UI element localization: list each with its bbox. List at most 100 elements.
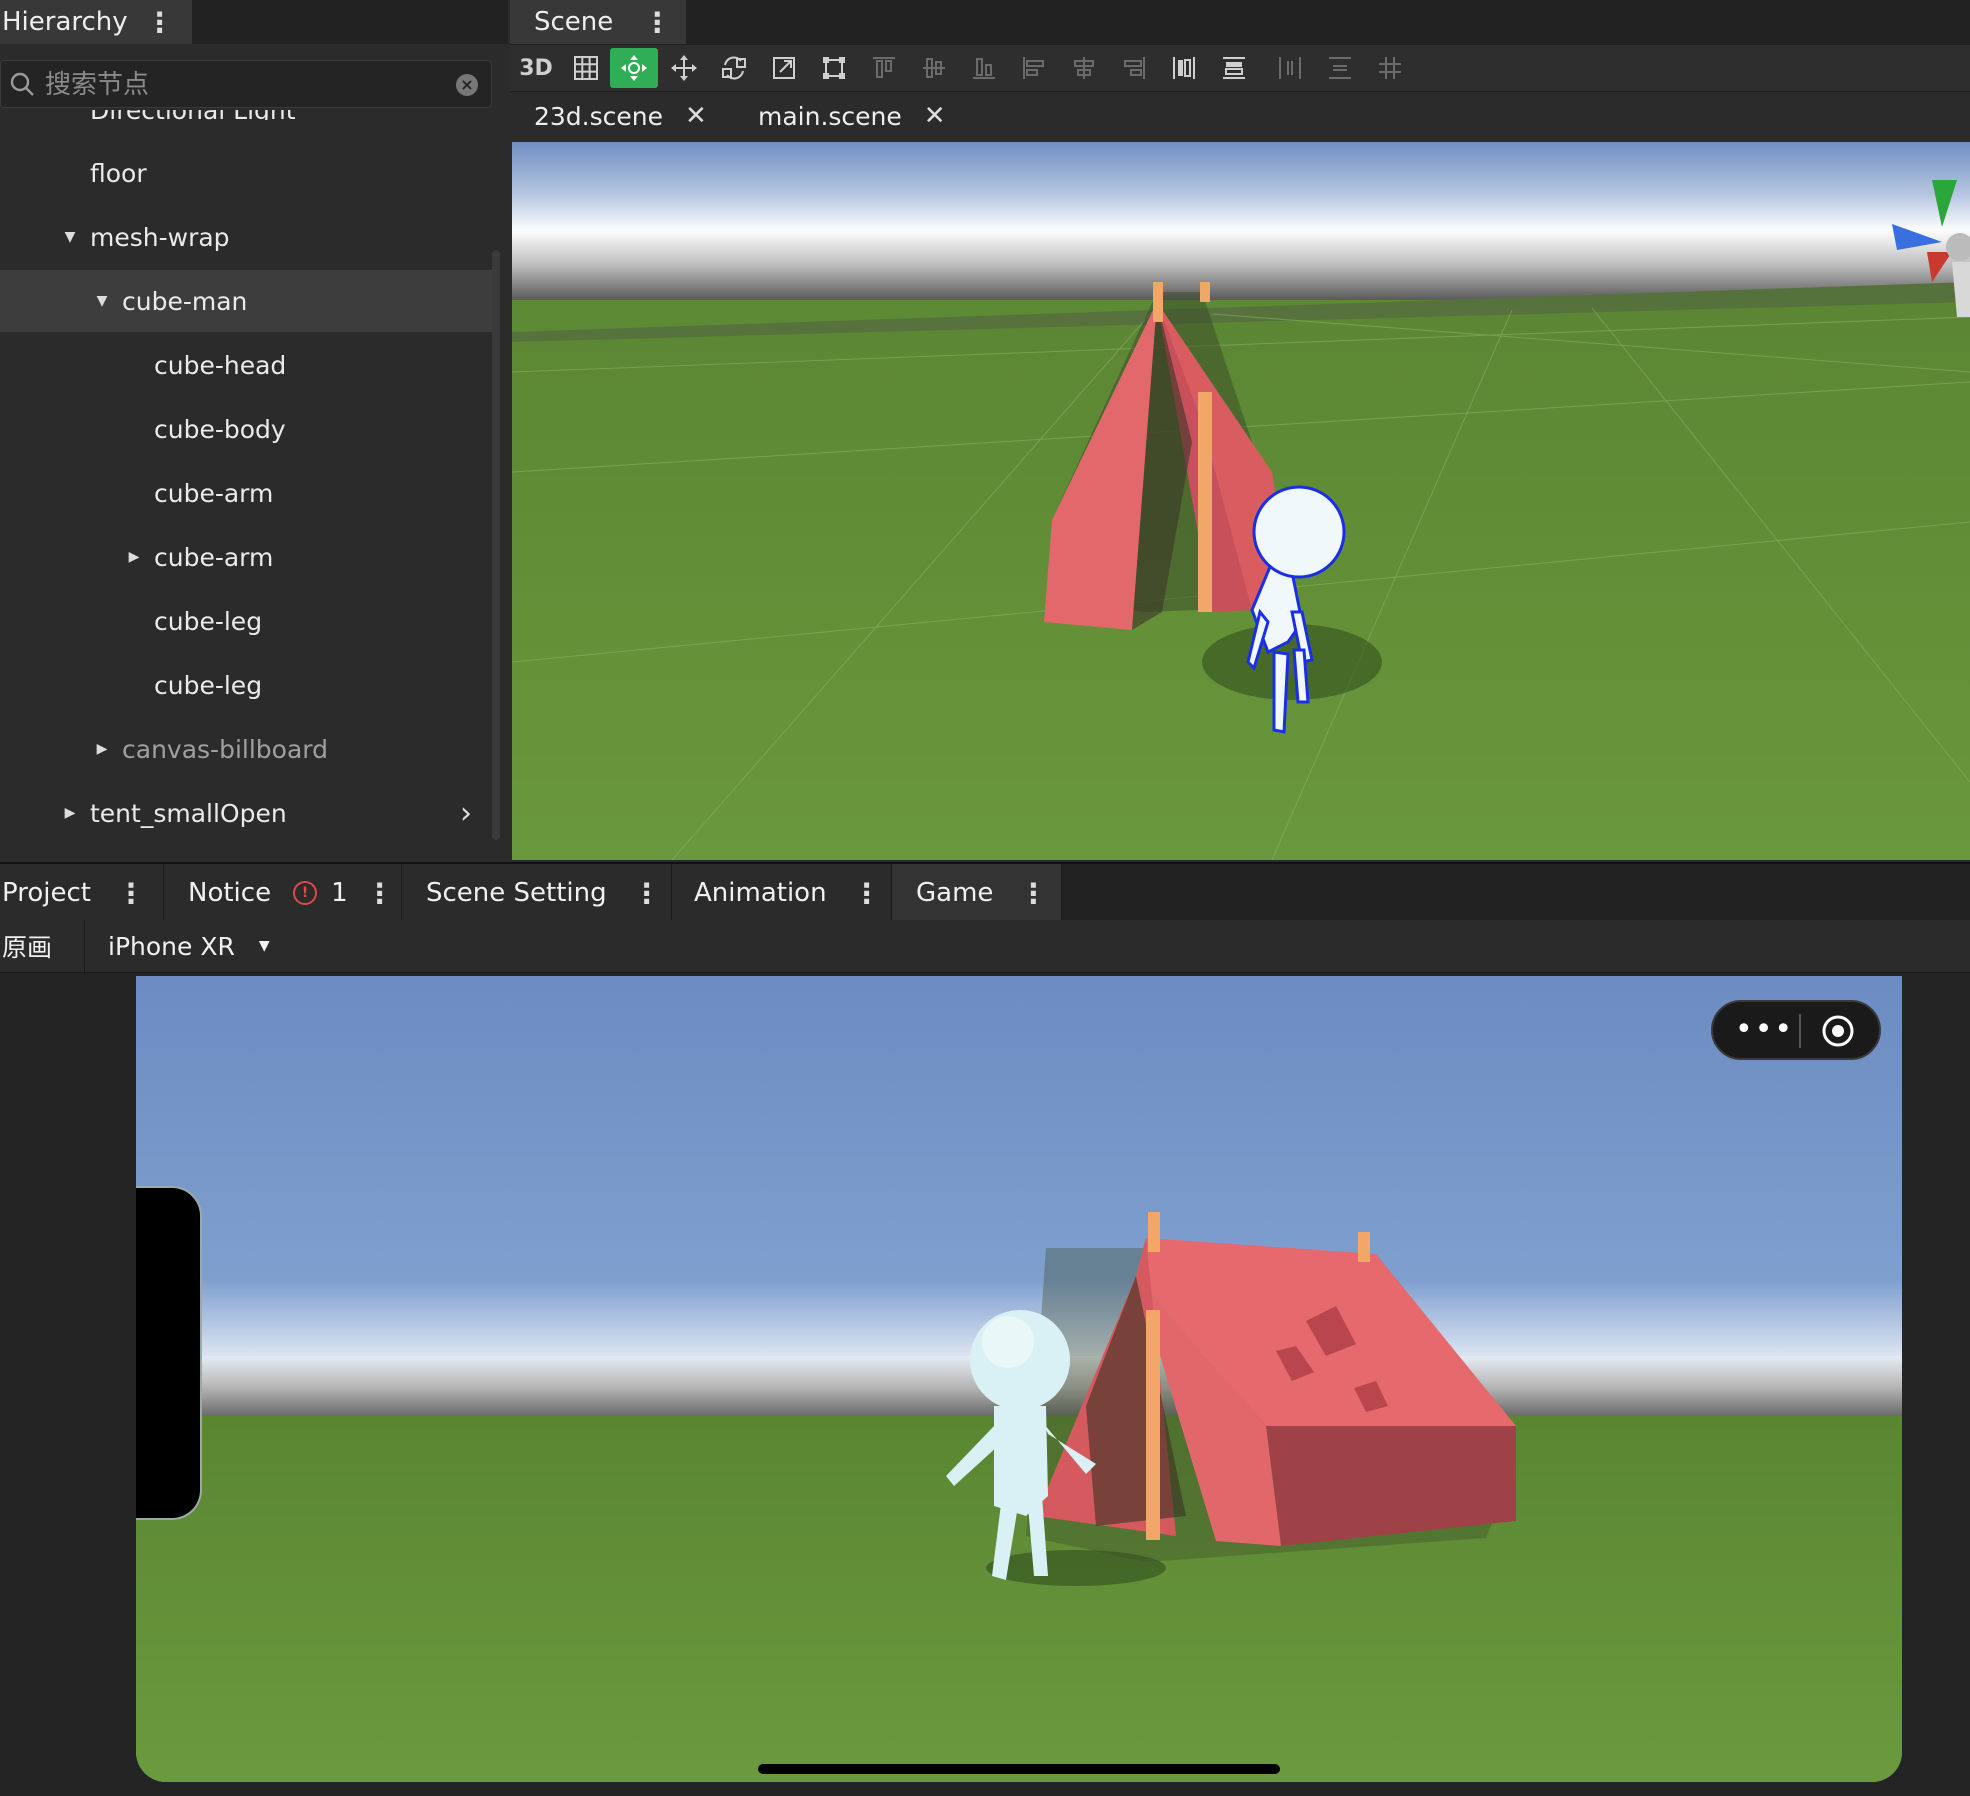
tab-animation[interactable]: Animation ⋮ bbox=[672, 864, 892, 922]
more-icon[interactable]: ⋮ bbox=[633, 877, 661, 910]
more-dots-icon[interactable]: ••• bbox=[1735, 1010, 1795, 1050]
align-top-icon[interactable] bbox=[864, 48, 904, 88]
align-left-icon[interactable] bbox=[1014, 48, 1054, 88]
chevron-right-icon[interactable]: › bbox=[460, 796, 472, 831]
bottom-panel: Project ⋮ Notice ! 1 ⋮ Scene Setting ⋮ A… bbox=[0, 862, 1970, 1796]
distribute-vertical-icon[interactable] bbox=[1214, 48, 1254, 88]
tree-item-cube-arm[interactable]: ▶ cube-arm bbox=[0, 526, 492, 588]
scene-toolbar: 3D bbox=[510, 44, 1970, 92]
scale-selector[interactable]: 原画 bbox=[2, 920, 52, 972]
caret-right-icon[interactable]: ▶ bbox=[122, 549, 146, 565]
align-right-icon[interactable] bbox=[1114, 48, 1154, 88]
search-input[interactable] bbox=[43, 67, 437, 103]
scene-render bbox=[512, 142, 1970, 860]
caret-right-icon[interactable]: ▶ bbox=[58, 805, 82, 821]
caret-down-icon[interactable]: ▼ bbox=[90, 293, 114, 309]
tree-item-cube-leg[interactable]: cube-leg bbox=[0, 590, 492, 652]
hierarchy-search: × bbox=[0, 60, 492, 108]
scale-icon[interactable] bbox=[764, 48, 804, 88]
hash-grid-icon[interactable] bbox=[1370, 48, 1410, 88]
tree-item-canvas-billboard[interactable]: ▶ canvas-billboard bbox=[0, 718, 492, 780]
rotate-icon[interactable] bbox=[714, 48, 754, 88]
game-preview[interactable]: ••• bbox=[136, 976, 1902, 1782]
move-icon[interactable] bbox=[664, 48, 704, 88]
notice-count: 1 bbox=[331, 878, 348, 908]
game-render bbox=[136, 976, 1902, 1782]
tree-item-cube-arm[interactable]: cube-arm bbox=[0, 462, 492, 524]
tree-item-tent-smallopen[interactable]: ▶ tent_smallOpen › bbox=[0, 782, 492, 844]
distribute-horizontal-icon[interactable] bbox=[1164, 48, 1204, 88]
more-icon[interactable]: ⋮ bbox=[643, 6, 671, 39]
file-tab-label: main.scene bbox=[758, 101, 902, 131]
hierarchy-scrollbar[interactable] bbox=[492, 250, 500, 840]
align-bottom-icon[interactable] bbox=[964, 48, 1004, 88]
align-hcenter-icon[interactable] bbox=[1064, 48, 1104, 88]
hierarchy-tabbar: Hierarchy ⋮ bbox=[0, 0, 508, 44]
close-icon[interactable]: ✕ bbox=[685, 101, 707, 131]
tab-label: Notice bbox=[188, 878, 272, 908]
caret-down-icon: ▼ bbox=[258, 938, 270, 954]
pan-view-icon[interactable] bbox=[610, 48, 658, 88]
tree-item-label: cube-arm bbox=[154, 478, 274, 508]
tab-label: Game bbox=[916, 878, 994, 908]
more-icon[interactable]: ⋮ bbox=[117, 877, 145, 910]
more-icon[interactable]: ⋮ bbox=[853, 877, 881, 910]
tab-23d-scene[interactable]: 23d.scene ✕ bbox=[534, 92, 707, 140]
more-icon[interactable]: ⋮ bbox=[1019, 877, 1047, 910]
tree-item-label: cube-leg bbox=[154, 670, 263, 700]
capsule-divider bbox=[1799, 1014, 1801, 1048]
tab-project[interactable]: Project ⋮ bbox=[0, 864, 164, 922]
close-icon[interactable]: ✕ bbox=[924, 101, 946, 131]
tab-scene-setting[interactable]: Scene Setting ⋮ bbox=[402, 864, 672, 922]
space-vertical-icon[interactable] bbox=[1320, 48, 1360, 88]
more-icon[interactable]: ⋮ bbox=[146, 6, 174, 39]
tree-item-floor[interactable]: floor bbox=[0, 142, 492, 204]
caret-down-icon[interactable]: ▼ bbox=[58, 229, 82, 245]
tree-item-label: mesh-wrap bbox=[90, 222, 230, 252]
hierarchy-title: Hierarchy bbox=[2, 7, 128, 37]
tab-game[interactable]: Game ⋮ bbox=[892, 864, 1062, 922]
tree-item-label: cube-arm bbox=[154, 542, 274, 572]
rect-tool-icon[interactable] bbox=[814, 48, 854, 88]
tab-label: Animation bbox=[694, 878, 827, 908]
close-target-icon[interactable] bbox=[1821, 1014, 1855, 1048]
tree-item-cube-leg[interactable]: cube-leg bbox=[0, 654, 492, 716]
tree-item-cube-man[interactable]: ▼ cube-man bbox=[0, 270, 492, 332]
tab-scene[interactable]: Scene ⋮ bbox=[510, 0, 686, 44]
clear-icon[interactable]: × bbox=[456, 74, 478, 96]
tab-main-scene[interactable]: main.scene ✕ bbox=[758, 92, 946, 140]
tab-label: Project bbox=[2, 878, 91, 908]
hierarchy-tree: Directional Light floor ▼ mesh-wrap ▼ cu… bbox=[0, 110, 492, 862]
caret-right-icon[interactable]: ▶ bbox=[90, 741, 114, 757]
tree-item-label: cube-body bbox=[154, 414, 286, 444]
tab-hierarchy[interactable]: Hierarchy ⋮ bbox=[0, 0, 192, 44]
tab-notice[interactable]: Notice ! 1 ⋮ bbox=[164, 864, 402, 922]
device-toolbar: 原画 iPhone XR ▼ bbox=[0, 920, 1970, 973]
game-area: ••• bbox=[0, 974, 1970, 1796]
device-label: iPhone XR bbox=[108, 931, 235, 961]
file-tab-label: 23d.scene bbox=[534, 101, 664, 131]
home-indicator bbox=[758, 1764, 1280, 1774]
scene-tabbar: Scene ⋮ bbox=[510, 0, 1970, 44]
hierarchy-panel: Hierarchy ⋮ × Directional Light floor ▼ … bbox=[0, 0, 508, 862]
scene-panel: Scene ⋮ 3D 23d.scene ✕ main.scene ✕ bbox=[510, 0, 1970, 862]
tree-item-label: cube-man bbox=[122, 286, 248, 316]
tree-item-label: Directional Light bbox=[0, 110, 296, 120]
device-selector[interactable]: iPhone XR ▼ bbox=[108, 920, 270, 972]
tree-item-directional-light[interactable]: Directional Light bbox=[0, 110, 492, 120]
tree-item-cube-head[interactable]: cube-head bbox=[0, 334, 492, 396]
space-horizontal-icon[interactable] bbox=[1270, 48, 1310, 88]
grid-icon[interactable] bbox=[566, 48, 606, 88]
tree-item-mesh-wrap[interactable]: ▼ mesh-wrap bbox=[0, 206, 492, 268]
scene-file-tabs: 23d.scene ✕ main.scene ✕ bbox=[510, 92, 1970, 140]
more-icon[interactable]: ⋮ bbox=[366, 877, 394, 910]
align-vcenter-icon[interactable] bbox=[914, 48, 954, 88]
tree-item-label: cube-head bbox=[154, 350, 287, 380]
tree-item-cube-body[interactable]: cube-body bbox=[0, 398, 492, 460]
tree-item-label: floor bbox=[90, 158, 147, 188]
tree-item-label: tent_smallOpen bbox=[90, 798, 287, 828]
view-mode-3d-button[interactable]: 3D bbox=[516, 48, 556, 88]
scene-viewport[interactable] bbox=[512, 142, 1970, 860]
tree-item-label: cube-leg bbox=[154, 606, 263, 636]
scene-title: Scene bbox=[534, 7, 614, 37]
